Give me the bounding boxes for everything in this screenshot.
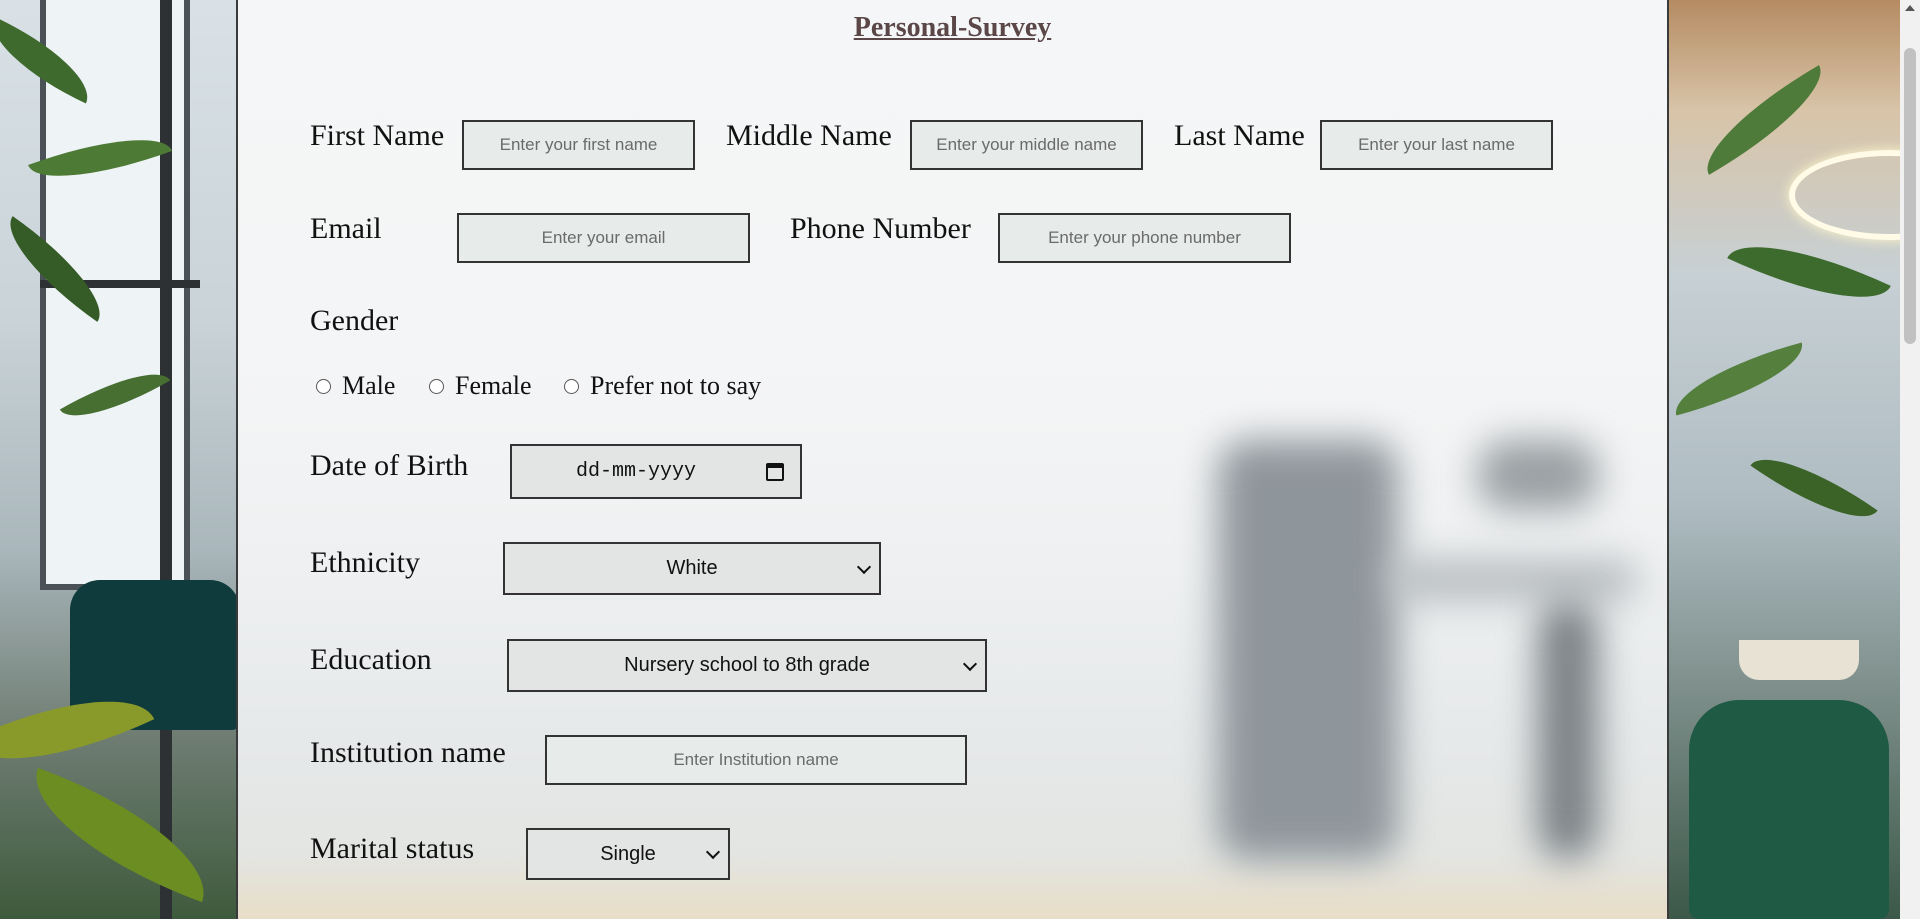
calendar-icon[interactable] (766, 462, 784, 481)
education-label: Education (310, 643, 432, 676)
phone-label: Phone Number (790, 212, 971, 245)
plant-leaf (1750, 435, 1878, 541)
background-blur (1218, 440, 1398, 860)
ceiling-light (1789, 150, 1900, 240)
chevron-down-icon (962, 656, 978, 671)
ethnicity-select[interactable]: White (503, 542, 881, 595)
institution-input[interactable] (545, 735, 967, 785)
gender-radio-female[interactable] (429, 379, 444, 394)
middle-name-label: Middle Name (726, 119, 892, 152)
gender-option-label: Male (342, 371, 396, 400)
education-selected-value: Nursery school to 8th grade (624, 654, 870, 676)
marital-status-label: Marital status (310, 832, 475, 865)
plant-leaf (14, 767, 226, 903)
email-label: Email (310, 212, 382, 245)
institution-label: Institution name (310, 736, 506, 769)
last-name-label: Last Name (1174, 119, 1305, 152)
dob-placeholder: dd-mm-yyyy (575, 460, 697, 483)
first-name-label: First Name (310, 119, 445, 152)
chevron-down-icon (856, 559, 872, 574)
gender-option-label: Female (455, 371, 532, 400)
marital-status-select[interactable]: Single (526, 828, 730, 880)
background-blur (1478, 440, 1598, 510)
phone-input[interactable] (998, 213, 1291, 263)
ethnicity-selected-value: White (666, 557, 718, 579)
background-photo-left (0, 0, 236, 919)
dob-date-input[interactable]: dd-mm-yyyy (510, 444, 802, 499)
chevron-down-icon (705, 844, 721, 860)
gender-radio-male[interactable] (316, 379, 331, 394)
background-blur (1538, 600, 1598, 860)
scrollbar-thumb[interactable] (1904, 48, 1916, 344)
gender-radio-prefer-not-to-say[interactable] (564, 379, 579, 394)
plant-leaf (1689, 65, 1839, 175)
arrow-up-icon[interactable] (1905, 5, 1915, 11)
plant-leaf (1669, 342, 1812, 416)
plant-pot (1739, 640, 1859, 680)
middle-name-input[interactable] (910, 120, 1143, 170)
page-title: Personal-Survey (853, 12, 1052, 43)
education-select[interactable]: Nursery school to 8th grade (507, 639, 987, 692)
ethnicity-label: Ethnicity (310, 546, 420, 579)
chair (1689, 700, 1889, 919)
background-blur (1388, 560, 1638, 600)
last-name-input[interactable] (1320, 120, 1553, 170)
marital-selected-value: Single (600, 842, 656, 865)
dob-label: Date of Birth (310, 449, 469, 482)
first-name-input[interactable] (462, 120, 695, 170)
gender-option-label: Prefer not to say (590, 371, 762, 400)
survey-panel: Personal-Survey First Name Middle Name L… (236, 0, 1669, 919)
gender-label: Gender (310, 304, 399, 337)
email-input[interactable] (457, 213, 750, 263)
background-photo-right (1669, 0, 1900, 919)
window-pole (160, 0, 172, 919)
page-scrollbar[interactable] (1900, 0, 1920, 919)
